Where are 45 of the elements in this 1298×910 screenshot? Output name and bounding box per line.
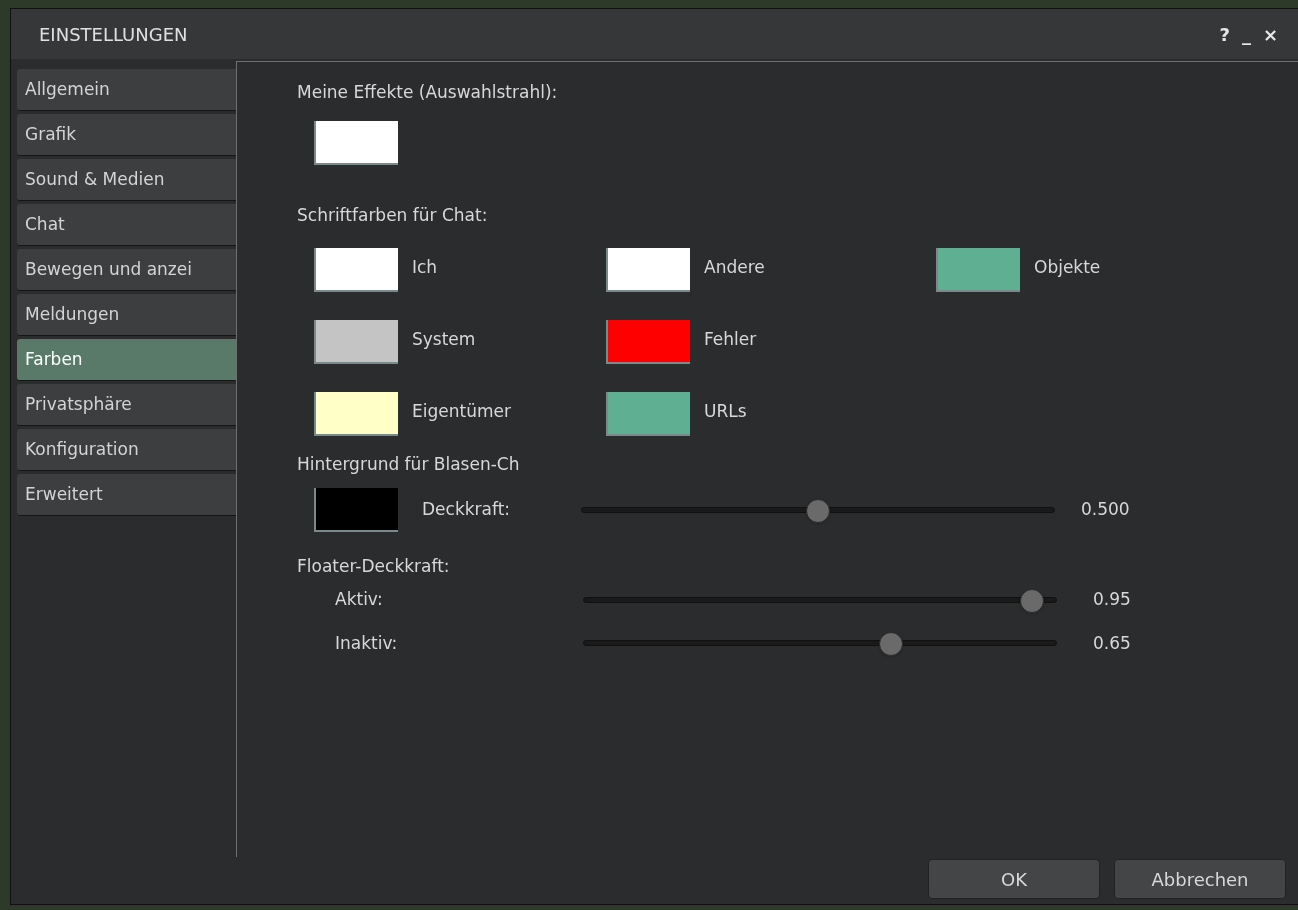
color-swatch[interactable] <box>314 392 398 436</box>
section-label: Meine Effekte (Auswahlstrahl): <box>297 81 559 104</box>
section-label: Hintergrund für Blasen-Ch <box>297 453 521 476</box>
slider-label: Aktiv: <box>335 588 384 611</box>
window-control[interactable]: × <box>1262 20 1278 48</box>
color-label: Andere <box>704 256 765 280</box>
color-label: System <box>412 328 476 352</box>
sidebar-tab[interactable]: Farben <box>17 339 236 381</box>
section-label: Schriftfarben für Chat: <box>297 203 489 227</box>
slider-value: 0.500 <box>1081 497 1130 521</box>
sidebar-tab[interactable]: Allgemein <box>17 69 236 111</box>
color-swatch[interactable] <box>314 487 398 532</box>
color-swatch[interactable] <box>606 248 690 292</box>
window-title: EINSTELLUNGEN <box>39 22 188 47</box>
color-swatch[interactable] <box>314 120 398 165</box>
sidebar-tab[interactable]: Privatsphäre <box>17 384 236 426</box>
sidebar-tab[interactable]: Konfiguration <box>17 429 236 471</box>
color-label: Objekte <box>1034 256 1101 280</box>
color-swatch[interactable] <box>314 248 398 292</box>
slider-value: 0.65 <box>1093 631 1131 655</box>
slider-label: Deckkraft: <box>422 497 512 521</box>
slider-value: 0.95 <box>1093 588 1131 611</box>
color-label: Eigentümer <box>412 400 511 424</box>
sidebar-tab[interactable]: Erweitert <box>17 474 236 516</box>
color-label: Ich <box>412 256 438 280</box>
slider-thumb[interactable] <box>806 498 830 523</box>
sidebar-tab[interactable]: Chat <box>17 204 236 246</box>
window-control[interactable]: ? <box>1219 20 1230 48</box>
slider-thumb[interactable] <box>878 632 903 657</box>
slider-label: Inaktiv: <box>335 631 399 655</box>
color-swatch[interactable] <box>314 320 398 364</box>
dialog-button[interactable]: OK <box>928 859 1100 899</box>
color-swatch[interactable] <box>606 392 690 436</box>
color-label: Fehler <box>704 328 757 352</box>
color-label: URLs <box>704 400 747 424</box>
window-control[interactable]: _ <box>1241 20 1251 48</box>
section-label: Floater-Deckkraft: <box>297 554 451 578</box>
sidebar-tab[interactable]: Sound & Medien <box>17 159 236 201</box>
sidebar-tab[interactable]: Bewegen und anzei <box>17 249 236 291</box>
dialog-button[interactable]: Abbrechen <box>1114 859 1286 899</box>
slider-thumb[interactable] <box>1020 588 1045 613</box>
color-swatch[interactable] <box>606 320 690 364</box>
sidebar-tab[interactable]: Meldungen <box>17 294 236 336</box>
sidebar-tab[interactable]: Grafik <box>17 114 236 156</box>
color-swatch[interactable] <box>936 248 1020 292</box>
